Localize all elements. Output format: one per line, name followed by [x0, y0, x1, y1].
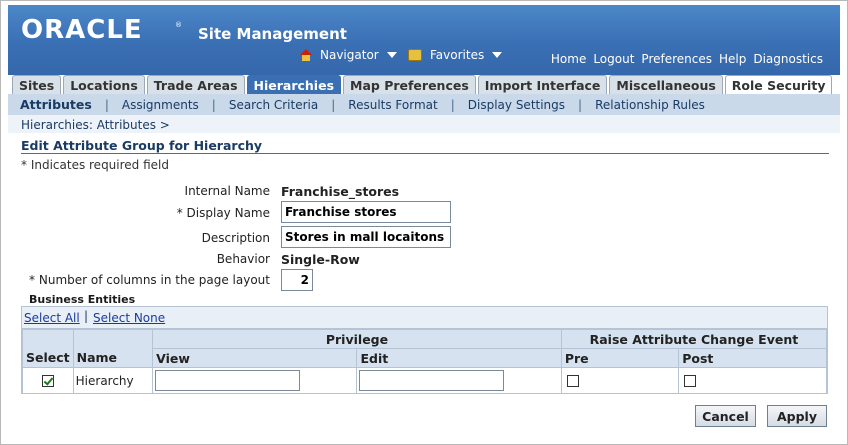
cancel-button[interactable]: Cancel: [695, 405, 756, 427]
post-cell: [678, 367, 827, 394]
tab-import-interface[interactable]: Import Interface: [477, 75, 608, 94]
subtab-separator: |: [578, 97, 583, 112]
pre-checkbox[interactable]: [566, 375, 579, 387]
privilege-header: Privilege: [152, 329, 562, 349]
apply-button[interactable]: Apply: [767, 405, 827, 427]
subtab-separator: |: [104, 97, 109, 112]
chevron-down-icon: [386, 52, 397, 58]
subtab-search-criteria[interactable]: Search Criteria: [229, 98, 318, 112]
entities-grid: Privilege Raise Attribute Change Event S…: [22, 329, 828, 394]
columns-input[interactable]: [281, 269, 313, 291]
internal-name-value: Franchise_stores: [281, 184, 400, 199]
tab-trade-areas[interactable]: Trade Areas: [146, 75, 245, 94]
subtab-separator: |: [450, 97, 455, 112]
raise-event-header: Raise Attribute Change Event: [560, 329, 828, 349]
internal-name-label: Internal Name: [184, 184, 270, 198]
select-header: Select: [22, 348, 74, 368]
behavior-value: Single-Row: [281, 252, 360, 267]
select-all-link[interactable]: Select All: [24, 311, 80, 325]
select-bar: Select All | Select None: [22, 307, 827, 329]
preferences-link[interactable]: Preferences: [641, 52, 712, 66]
subtab-display-settings[interactable]: Display Settings: [468, 98, 565, 112]
main-tabs: Sites Locations Trade Areas Hierarchies …: [8, 74, 840, 94]
tab-hierarchies[interactable]: Hierarchies: [246, 75, 342, 94]
page-title: Edit Attribute Group for Hierarchy: [21, 138, 263, 153]
display-name-input[interactable]: [281, 201, 451, 223]
view-input[interactable]: [155, 370, 301, 391]
table-row: Hierarchy: [22, 367, 827, 394]
name-header-top: [72, 329, 154, 349]
view-cell: [152, 367, 358, 394]
subtab-separator: |: [211, 97, 216, 112]
edit-input[interactable]: [359, 370, 505, 391]
title-divider: [21, 153, 829, 154]
pre-cell: [560, 367, 680, 394]
behavior-label: Behavior: [216, 252, 270, 266]
favorites-icon: [408, 49, 422, 61]
tab-miscellaneous[interactable]: Miscellaneous: [609, 75, 723, 94]
tab-locations[interactable]: Locations: [63, 75, 145, 94]
columns-label: * Number of columns in the page layout: [29, 273, 270, 287]
sub-tabs: Attributes | Assignments | Search Criter…: [8, 94, 840, 115]
select-separator: |: [84, 309, 89, 323]
subtab-attributes[interactable]: Attributes: [20, 97, 92, 112]
select-cell: [22, 367, 74, 394]
tab-sites[interactable]: Sites: [12, 75, 62, 94]
global-links: Home Logout Preferences Help Diagnostics: [551, 52, 823, 66]
tab-role-security[interactable]: Role Security: [724, 75, 833, 94]
diagnostics-link[interactable]: Diagnostics: [753, 52, 823, 66]
breadcrumb[interactable]: Hierarchies: Attributes >: [21, 118, 170, 132]
required-field-note: * Indicates required field: [21, 158, 170, 172]
tab-map-preferences[interactable]: Map Preferences: [343, 75, 476, 94]
chevron-down-icon: [492, 52, 503, 58]
registered-mark: ®: [175, 21, 182, 29]
favorites-menu[interactable]: Favorites: [408, 48, 503, 62]
display-name-label: * Display Name: [176, 206, 270, 220]
app-title: Site Management: [198, 25, 347, 43]
business-entities-table: Select All | Select None Privilege Raise…: [21, 306, 828, 394]
description-input[interactable]: [281, 226, 451, 248]
subtab-separator: |: [331, 97, 336, 112]
favorites-label: Favorites: [430, 48, 485, 62]
navigator-menu[interactable]: Navigator: [300, 48, 397, 62]
business-entities-heading: Business Entities: [29, 293, 136, 306]
post-checkbox[interactable]: [684, 375, 697, 387]
edit-header: Edit: [356, 348, 562, 368]
entity-name-cell: Hierarchy: [72, 367, 154, 394]
description-label: Description: [201, 231, 270, 245]
post-header: Post: [678, 348, 827, 368]
navigator-label: Navigator: [320, 48, 379, 62]
oracle-logo: ORACLE: [21, 15, 143, 45]
help-link[interactable]: Help: [719, 52, 746, 66]
logout-link[interactable]: Logout: [593, 52, 634, 66]
select-none-link[interactable]: Select None: [93, 311, 165, 325]
view-header: View: [152, 348, 358, 368]
edit-cell: [356, 367, 562, 394]
row-select-checkbox[interactable]: [41, 375, 54, 387]
breadcrumb-bar: Hierarchies: Attributes >: [8, 115, 840, 133]
subtab-relationship-rules[interactable]: Relationship Rules: [595, 98, 705, 112]
app-header: ORACLE ® Site Management Navigator Favor…: [8, 5, 840, 75]
home-icon: [300, 49, 312, 61]
home-link[interactable]: Home: [551, 52, 586, 66]
subtab-results-format[interactable]: Results Format: [348, 98, 437, 112]
pre-header: Pre: [560, 348, 680, 368]
subtab-assignments[interactable]: Assignments: [122, 98, 199, 112]
select-header-top: [22, 329, 74, 349]
name-header: Name: [72, 348, 154, 368]
